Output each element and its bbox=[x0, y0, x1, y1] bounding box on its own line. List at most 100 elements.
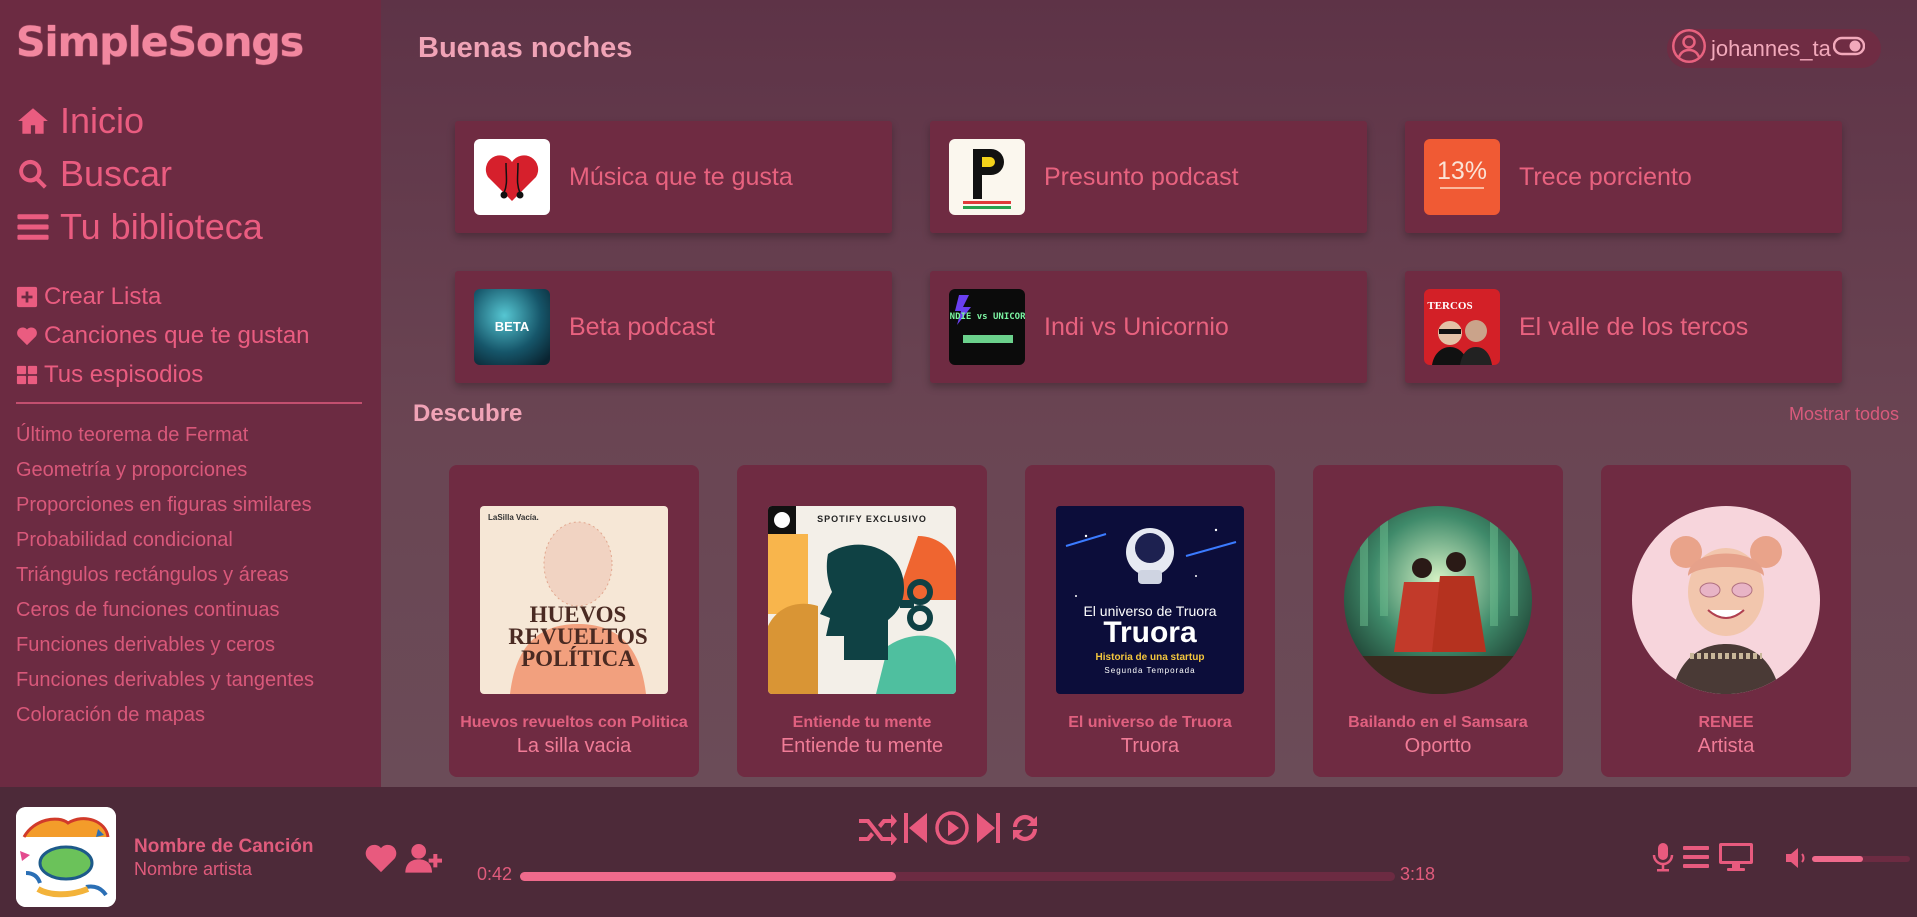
trece-thumb-text: 13% bbox=[1437, 157, 1487, 185]
skip-forward-icon bbox=[977, 813, 1000, 843]
playback-controls bbox=[857, 811, 1043, 850]
quick-card-thumb bbox=[949, 139, 1025, 215]
now-playing-artist[interactable]: Nombre artista bbox=[134, 859, 252, 880]
quick-card-thumb: INDIE vs UNICORNIO bbox=[949, 289, 1025, 365]
discover-row: LaSilla Vacía. HUEVOS REVUELTOS POLÍTICA … bbox=[449, 465, 1851, 777]
quick-card-presunto-podcast[interactable]: Presunto podcast bbox=[930, 121, 1367, 233]
quick-access-grid: Música que te gusta Presunto podcast 13%… bbox=[455, 121, 1842, 383]
play-button[interactable] bbox=[935, 811, 969, 850]
like-button[interactable] bbox=[364, 842, 398, 879]
quick-card-valle-de-los-tercos[interactable]: TERCOS El valle de los tercos bbox=[1405, 271, 1842, 383]
library-icon bbox=[17, 213, 49, 240]
mute-button[interactable] bbox=[1784, 845, 1810, 876]
nav-item-buscar[interactable]: Buscar bbox=[16, 147, 365, 200]
quick-card-liked-music[interactable]: Música que te gusta bbox=[455, 121, 892, 233]
lyrics-button[interactable] bbox=[1652, 842, 1674, 877]
main-content: Buenas noches johannes_ta Música que te … bbox=[381, 0, 1917, 787]
beta-thumb-text: BETA bbox=[495, 319, 530, 334]
extra-controls bbox=[1652, 842, 1754, 877]
episodes-label: Tus espisodios bbox=[44, 360, 204, 388]
create-playlist-button[interactable]: Crear Lista bbox=[16, 277, 365, 316]
progress-bar[interactable] bbox=[520, 872, 1395, 881]
quick-card-label: Música que te gusta bbox=[569, 162, 793, 191]
playlist-item[interactable]: Geometría y proporciones bbox=[16, 453, 365, 488]
create-playlist-label: Crear Lista bbox=[44, 282, 162, 310]
progress-fill bbox=[520, 872, 897, 881]
current-time: 0:42 bbox=[477, 864, 513, 884]
show-all-link[interactable]: Mostrar todos bbox=[1789, 404, 1899, 425]
now-playing-title[interactable]: Nombre de Canción bbox=[134, 836, 313, 858]
discover-card-subtitle: Huevos revueltos con Politica bbox=[460, 714, 688, 731]
beta-podcast-cover: BETA bbox=[474, 289, 550, 365]
quick-card-trece-porciento[interactable]: 13% Trece porciento bbox=[1405, 121, 1842, 233]
nav-item-inicio[interactable]: Inicio bbox=[16, 94, 365, 147]
playlist-item[interactable]: Proporciones en figuras similares bbox=[16, 488, 365, 523]
quick-card-thumb: BETA bbox=[474, 289, 550, 365]
quick-card-thumb bbox=[474, 139, 550, 215]
entiende-art-text: SPOTIFY EXCLUSIVO bbox=[817, 514, 927, 524]
liked-songs-label: Canciones que te gustan bbox=[44, 321, 310, 349]
volume-icon bbox=[1786, 848, 1805, 868]
playlist-item[interactable]: Último teorema de Fermat bbox=[16, 418, 365, 453]
app-logo[interactable]: SimpleSongs bbox=[16, 18, 365, 66]
truora-art-word: Truora bbox=[1103, 616, 1197, 649]
quick-card-label: Presunto podcast bbox=[1044, 162, 1239, 191]
discover-card-huevos-revueltos[interactable]: LaSilla Vacía. HUEVOS REVUELTOS POLÍTICA … bbox=[449, 465, 699, 777]
skip-back-icon bbox=[904, 813, 927, 843]
username: johannes_ta bbox=[1711, 35, 1831, 61]
discover-card-bailando-samsara[interactable]: Bailando en el Samsara Oportto bbox=[1313, 465, 1563, 777]
discover-card-title: Artista bbox=[1697, 735, 1755, 757]
discover-card-title: Entiende tu mente bbox=[780, 735, 944, 757]
playlist-item[interactable]: Coloración de mapas bbox=[16, 698, 365, 733]
nav-item-tu-biblioteca[interactable]: Tu biblioteca bbox=[16, 200, 365, 253]
liked-songs-link[interactable]: Canciones que te gustan bbox=[16, 316, 365, 355]
monitor-icon bbox=[1719, 843, 1753, 871]
discover-card-universo-truora[interactable]: El universo de Truora Truora Historia de u… bbox=[1025, 465, 1275, 777]
nav-item-label: Inicio bbox=[60, 99, 145, 141]
volume-slider[interactable] bbox=[1812, 856, 1910, 862]
discover-card-subtitle: El universo de Truora bbox=[1068, 714, 1232, 731]
add-user-button[interactable] bbox=[405, 842, 443, 879]
devices-button[interactable] bbox=[1718, 842, 1754, 877]
truora-art-line3: Segunda Temporada bbox=[1104, 666, 1195, 675]
repeat-button[interactable] bbox=[1007, 811, 1043, 850]
shuffle-icon bbox=[859, 814, 897, 846]
renee-artist-photo bbox=[1632, 506, 1820, 694]
user-menu-button[interactable]: johannes_ta bbox=[1667, 29, 1881, 68]
episodes-link[interactable]: Tus espisodios bbox=[16, 355, 365, 394]
presunto-podcast-cover bbox=[949, 139, 1025, 215]
shuffle-button[interactable] bbox=[857, 811, 897, 850]
volume-fill bbox=[1812, 856, 1863, 862]
home-icon bbox=[18, 107, 48, 134]
playlist-item[interactable]: Funciones derivables y ceros bbox=[16, 628, 365, 663]
trece-porciento-cover: 13% bbox=[1424, 139, 1500, 215]
valle-tercos-cover: TERCOS bbox=[1424, 289, 1500, 365]
library-actions: Crear Lista Canciones que te gustan Tus … bbox=[16, 277, 365, 394]
player-bar: Nombre de Canción Nombre artista 0:42 3:… bbox=[0, 787, 1917, 917]
indi-vs-unicornio-cover: INDIE vs UNICORNIO bbox=[949, 289, 1025, 365]
playlist-item[interactable]: Triángulos rectángulos y áreas bbox=[16, 558, 365, 593]
playlist-item[interactable]: Funciones derivables y tangentes bbox=[16, 663, 365, 698]
discover-card-subtitle: Entiende tu mente bbox=[792, 714, 932, 731]
microphone-icon bbox=[1652, 843, 1674, 872]
play-icon bbox=[935, 811, 969, 845]
discover-card-art bbox=[1632, 506, 1820, 694]
quick-card-indi-vs-unicornio[interactable]: INDIE vs UNICORNIO Indi vs Unicornio bbox=[930, 271, 1367, 383]
page-title: Buenas noches bbox=[418, 32, 633, 64]
playlist-item[interactable]: Ceros de funciones continuas bbox=[16, 593, 365, 628]
discover-card-renee[interactable]: RENEE Artista bbox=[1601, 465, 1851, 777]
queue-button[interactable] bbox=[1682, 844, 1710, 875]
discover-title: Descubre bbox=[413, 400, 523, 427]
toggle-icon[interactable] bbox=[1831, 36, 1866, 61]
plus-square-icon bbox=[16, 286, 38, 307]
next-button[interactable] bbox=[975, 811, 1001, 850]
quick-card-thumb: TERCOS bbox=[1424, 289, 1500, 365]
discover-card-entiende-tu-mente[interactable]: SPOTIFY EXCLUSIVO Entiende tu mente Enti… bbox=[737, 465, 987, 777]
previous-button[interactable] bbox=[903, 811, 929, 850]
heart-icon bbox=[17, 326, 37, 345]
now-playing-art[interactable] bbox=[16, 807, 116, 907]
quick-card-label: Trece porciento bbox=[1519, 162, 1692, 191]
discover-card-subtitle: Bailando en el Samsara bbox=[1348, 714, 1528, 731]
quick-card-beta-podcast[interactable]: BETA Beta podcast bbox=[455, 271, 892, 383]
playlist-item[interactable]: Probabilidad condicional bbox=[16, 523, 365, 558]
